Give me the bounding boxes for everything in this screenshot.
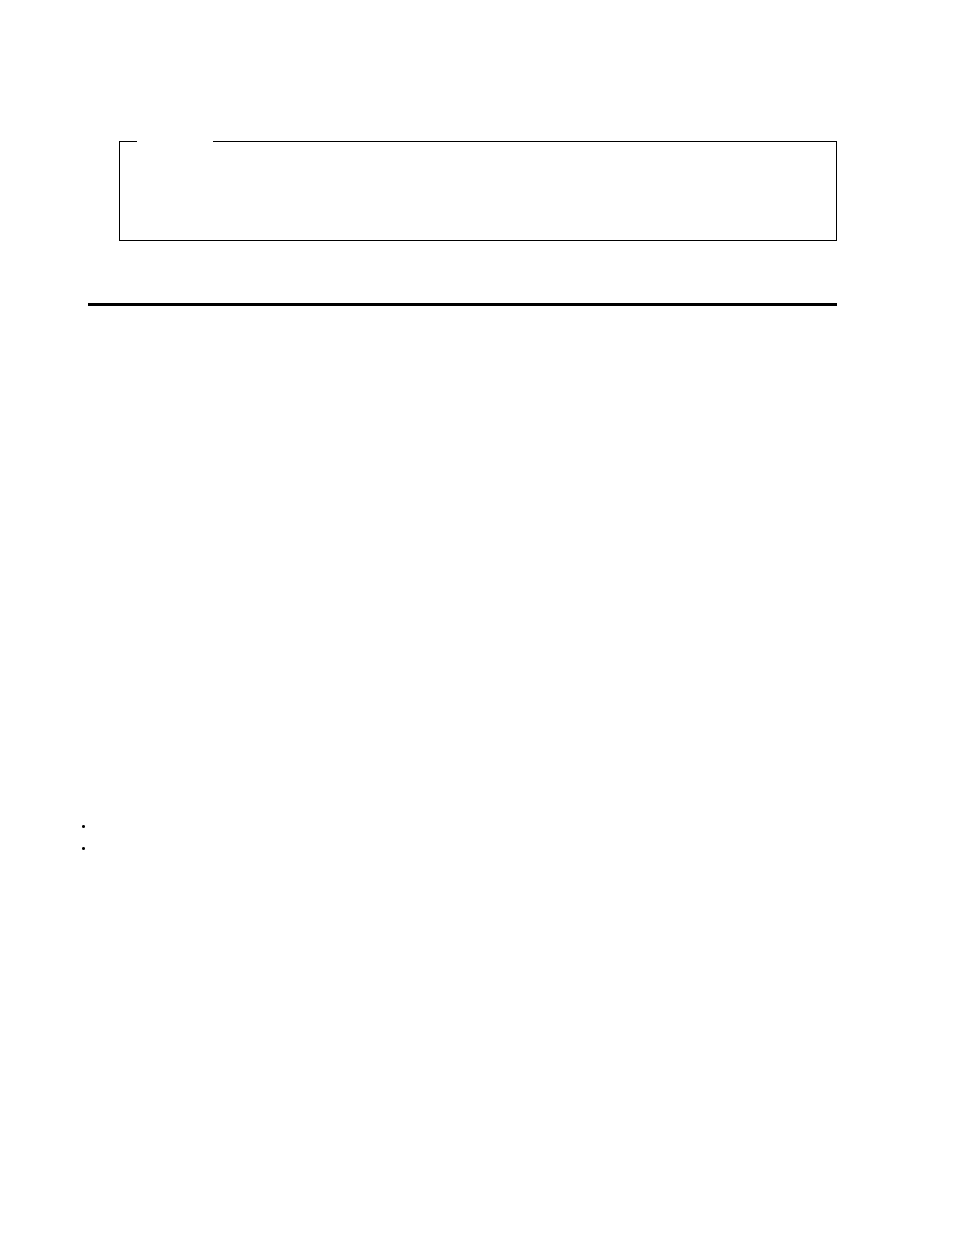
section-divider <box>88 303 837 306</box>
note-box <box>119 141 837 241</box>
note-legend-label <box>137 131 213 151</box>
